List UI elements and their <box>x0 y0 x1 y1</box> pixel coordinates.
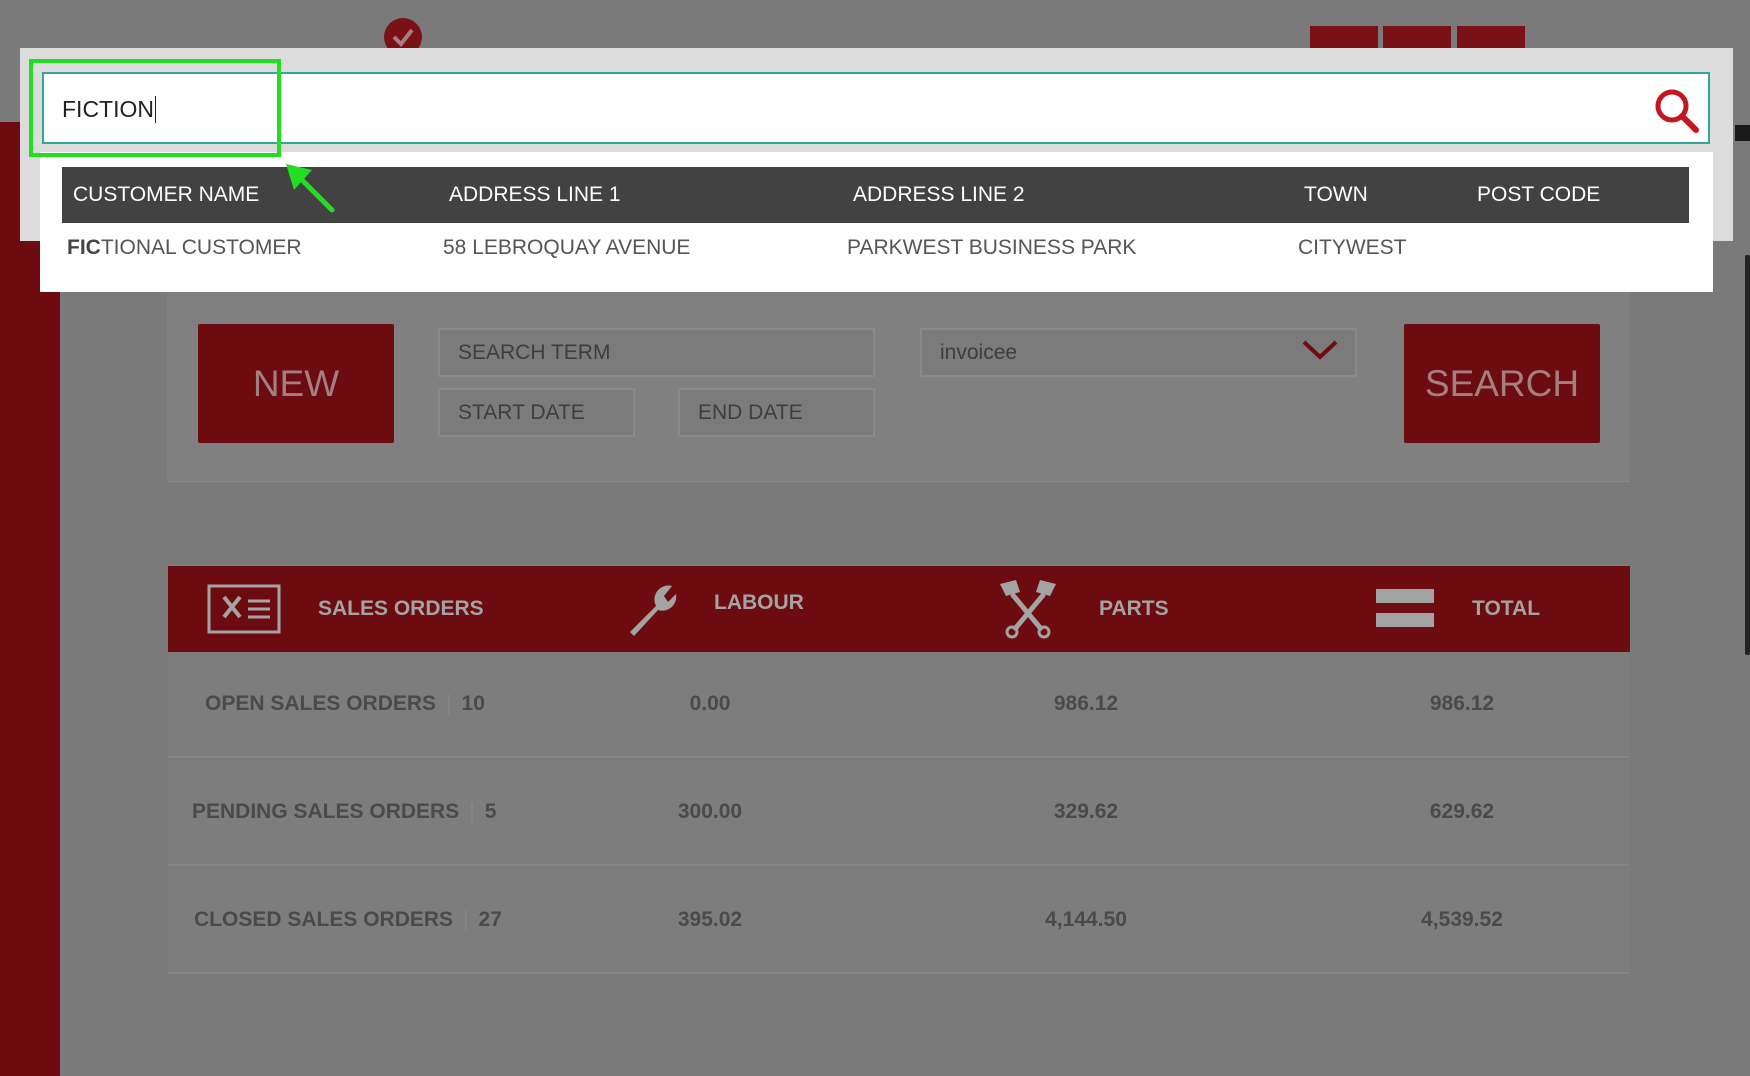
sales-orders-icon <box>206 583 282 639</box>
sales-orders-heading: SALES ORDERS <box>318 597 484 620</box>
summary-header: SALES ORDERS LABOUR PARTS TOTAL <box>168 566 1630 652</box>
row-total: 986.12 <box>1429 692 1495 715</box>
col-post-code: POST CODE <box>1477 183 1601 206</box>
col-address-line-2: ADDRESS LINE 2 <box>853 183 1025 206</box>
row-parts: 329.62 <box>1053 800 1119 823</box>
row-total: 4,539.52 <box>1421 908 1503 931</box>
chevron-down-icon <box>1301 339 1339 367</box>
row-label-wrap: CLOSED SALES ORDERS | 27 <box>194 868 502 972</box>
row-separator: | <box>469 800 475 823</box>
end-date-field[interactable]: END DATE <box>678 388 875 437</box>
search-term-field[interactable]: SEARCH TERM <box>438 328 875 377</box>
result-address-line-1: 58 LEBROQUAY AVENUE <box>443 236 691 259</box>
parts-heading: PARTS <box>1099 597 1169 620</box>
total-heading: TOTAL <box>1472 597 1541 620</box>
equals-icon <box>1376 589 1434 633</box>
result-address-line-2: PARKWEST BUSINESS PARK <box>847 236 1137 259</box>
row-label-wrap: OPEN SALES ORDERS | 10 <box>205 652 485 756</box>
annotation-arrow-icon <box>286 164 335 213</box>
type-select-value: invoicee <box>940 340 1018 364</box>
labour-heading: LABOUR <box>714 591 804 614</box>
row-separator: | <box>463 908 469 931</box>
row-labour: 300.00 <box>677 800 743 823</box>
header-edge <box>1735 125 1750 141</box>
summary-row[interactable]: OPEN SALES ORDERS | 10 0.00 986.12 986.12 <box>168 652 1630 758</box>
annotation-highlight-box <box>29 59 281 157</box>
row-labour: 395.02 <box>677 908 743 931</box>
row-count: 27 <box>478 908 502 931</box>
row-label-wrap: PENDING SALES ORDERS | 5 <box>192 760 496 864</box>
scrollbar[interactable] <box>1745 255 1750 655</box>
result-name-match: FIC <box>67 236 101 259</box>
row-count: 5 <box>484 800 497 823</box>
row-parts: 986.12 <box>1053 692 1119 715</box>
row-count: 10 <box>461 692 485 715</box>
result-customer-name: FIC TIONAL CUSTOMER <box>67 223 302 273</box>
col-town: TOWN <box>1304 183 1368 206</box>
wrench-icon <box>622 578 682 644</box>
col-address-line-1: ADDRESS LINE 1 <box>449 183 621 206</box>
result-name-rest: TIONAL CUSTOMER <box>100 236 302 259</box>
result-town: CITYWEST <box>1298 236 1407 259</box>
new-button[interactable]: NEW <box>198 324 394 443</box>
search-button[interactable]: SEARCH <box>1404 324 1600 443</box>
result-row[interactable]: FIC TIONAL CUSTOMER 58 LEBROQUAY AVENUE P… <box>62 223 1689 273</box>
search-panel: NEW SEARCH TERM START DATE END DATE invo… <box>167 285 1630 481</box>
pistons-icon <box>994 578 1062 644</box>
row-label: OPEN SALES ORDERS <box>205 692 437 715</box>
row-total: 629.62 <box>1429 800 1495 823</box>
row-labour: 0.00 <box>689 692 731 715</box>
customer-search-input[interactable]: FICTION <box>42 72 1710 144</box>
type-select[interactable]: invoicee <box>920 328 1357 377</box>
row-label: PENDING SALES ORDERS <box>192 800 460 823</box>
summary-row[interactable]: CLOSED SALES ORDERS | 27 395.02 4,144.50 4… <box>168 868 1630 974</box>
row-parts: 4,144.50 <box>1045 908 1127 931</box>
row-separator: | <box>446 692 452 715</box>
row-label: CLOSED SALES ORDERS <box>194 908 454 931</box>
col-customer-name: CUSTOMER NAME <box>73 183 260 206</box>
summary-row[interactable]: PENDING SALES ORDERS | 5 300.00 329.62 629… <box>168 760 1630 866</box>
start-date-field[interactable]: START DATE <box>438 388 635 437</box>
search-icon[interactable] <box>1652 86 1700 134</box>
